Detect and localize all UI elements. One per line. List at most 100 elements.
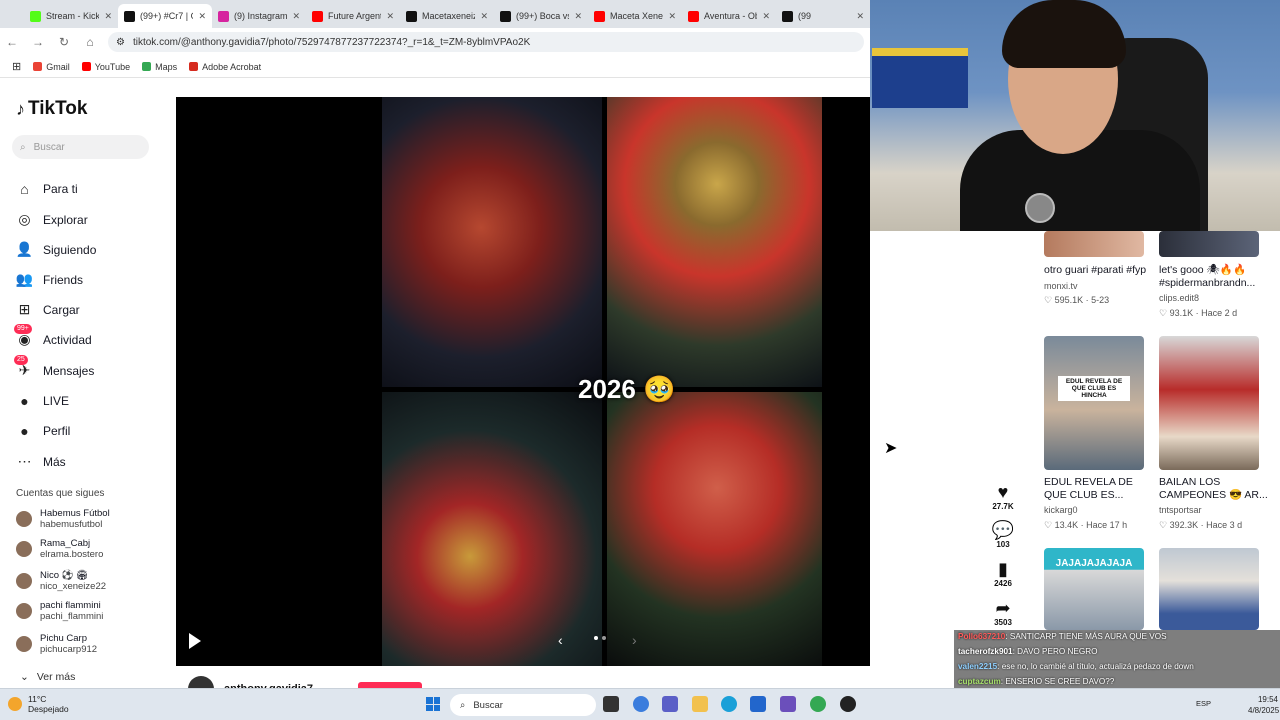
copilot-icon[interactable] bbox=[633, 696, 649, 712]
close-tab-icon[interactable]: ✕ bbox=[198, 11, 206, 22]
related-user[interactable]: kickarg0 bbox=[1044, 504, 1148, 517]
system-clock[interactable]: 19:54 4/8/2025 bbox=[1248, 694, 1279, 716]
see-more-button[interactable]: ⌄ Ver más bbox=[20, 671, 75, 683]
home-page-icon[interactable]: ⌂ bbox=[84, 35, 96, 49]
close-tab-icon[interactable]: ✕ bbox=[386, 11, 394, 22]
task-view-icon[interactable] bbox=[603, 696, 619, 712]
related-item-2[interactable]: let's gooo 🕷🔥🔥 #spidermanbrandn... clips… bbox=[1159, 264, 1269, 319]
browser-toolbar: ← → ↻ ⌂ ⚙ tiktok.com/@anthony.gavidia7/p… bbox=[0, 28, 870, 56]
related-title[interactable]: let's gooo 🕷🔥🔥 #spidermanbrandn... bbox=[1159, 264, 1269, 289]
nav-label: Más bbox=[43, 454, 66, 469]
close-tab-icon[interactable]: ✕ bbox=[856, 11, 864, 22]
nav-item[interactable]: 👥 Friends bbox=[16, 271, 83, 288]
nav-item[interactable]: 👤 Siguiendo bbox=[16, 241, 97, 258]
followed-account[interactable]: Rama_Cabj elrama.bostero bbox=[16, 538, 103, 560]
nav-item[interactable]: ⊞ Cargar bbox=[16, 301, 80, 318]
followed-account[interactable]: Habemus Fútbol habemusfutbol bbox=[16, 508, 110, 530]
apps-grid-icon[interactable]: ⊞ bbox=[12, 60, 21, 73]
windows-start-icon[interactable] bbox=[426, 697, 440, 711]
close-tab-icon[interactable]: ✕ bbox=[574, 11, 582, 22]
close-tab-icon[interactable]: ✕ bbox=[762, 11, 770, 22]
address-bar[interactable]: ⚙ tiktok.com/@anthony.gavidia7/photo/752… bbox=[108, 32, 864, 52]
chat-text: : ENSERIO SE CREE DAVO?? bbox=[1000, 677, 1115, 686]
related-thumb-6[interactable] bbox=[1159, 548, 1259, 630]
nav-badge: 25 bbox=[14, 355, 28, 365]
activity-icon: ◉ 99+ bbox=[14, 324, 33, 348]
followed-account[interactable]: pachi flammini pachi_flammini bbox=[16, 600, 103, 622]
nav-item[interactable]: ⋯ Más bbox=[16, 453, 66, 470]
related-item-3[interactable]: EDUL REVELA DE QUE CLUB ES... kickarg0 ♡… bbox=[1044, 476, 1148, 531]
chat-message: cuptazcum: ENSERIO SE CREE DAVO?? bbox=[958, 677, 1114, 686]
related-user[interactable]: monxi.tv bbox=[1044, 280, 1148, 293]
related-title[interactable]: otro guari #parati #fyp bbox=[1044, 264, 1148, 277]
browser-tab[interactable]: Stream - Kick ✕ bbox=[24, 4, 118, 28]
teams-icon[interactable] bbox=[662, 696, 678, 712]
tiktok-logo[interactable]: ♪ TikTok bbox=[16, 98, 87, 120]
chrome-icon[interactable] bbox=[810, 696, 826, 712]
nav-item[interactable]: ● Perfil bbox=[16, 422, 70, 439]
store-icon[interactable] bbox=[750, 696, 766, 712]
search-input[interactable]: ⌕ Buscar bbox=[12, 135, 149, 159]
like-button[interactable]: ♥ 27.7K bbox=[988, 482, 1018, 511]
browser-tab[interactable]: Macetaxeneize ✕ bbox=[400, 4, 494, 28]
discord-icon[interactable] bbox=[780, 696, 796, 712]
taskbar-search[interactable]: ⌕ Buscar bbox=[450, 694, 596, 716]
close-tab-icon[interactable]: ✕ bbox=[480, 11, 488, 22]
browser-tab[interactable]: (99+) Boca vs R ✕ bbox=[494, 4, 588, 28]
file-explorer-icon[interactable] bbox=[692, 696, 708, 712]
close-tab-icon[interactable]: ✕ bbox=[292, 11, 300, 22]
followed-account[interactable]: Nico ⚽ 🏟 nico_xeneize22 bbox=[16, 570, 106, 592]
bookmark-item[interactable]: Gmail bbox=[33, 62, 70, 72]
forward-icon[interactable]: → bbox=[32, 35, 44, 49]
home-icon: ⌂ bbox=[20, 180, 29, 197]
tab-title: Future Argenti bbox=[328, 11, 382, 21]
browser-tab[interactable]: (99 ✕ bbox=[776, 4, 870, 28]
related-item-4[interactable]: BAILAN LOS CAMPEONES 😎 AR... tntsportsar… bbox=[1159, 476, 1269, 531]
browser-tab[interactable]: Aventura - Obs ✕ bbox=[682, 4, 776, 28]
related-user[interactable]: tntsportsar bbox=[1159, 504, 1269, 517]
related-thumb-2[interactable] bbox=[1159, 231, 1259, 257]
weather-widget[interactable]: 11°C Despejado bbox=[8, 694, 69, 714]
next-photo-icon[interactable]: › bbox=[632, 632, 637, 648]
close-tab-icon[interactable]: ✕ bbox=[668, 11, 676, 22]
related-title[interactable]: EDUL REVELA DE QUE CLUB ES... bbox=[1044, 476, 1148, 501]
share-button[interactable]: ➦ 3503 bbox=[988, 598, 1018, 627]
nav-item[interactable]: ⌂ Para ti bbox=[16, 180, 77, 197]
language-indicator[interactable]: ESP bbox=[1196, 699, 1211, 708]
obs-icon[interactable] bbox=[840, 696, 856, 712]
related-thumb-3[interactable]: EDUL REVELA DE QUE CLUB ES HINCHA bbox=[1044, 336, 1144, 470]
browser-tab[interactable]: Maceta Xeneiz ✕ bbox=[588, 4, 682, 28]
tiktok-sidebar: ♪ TikTok ⌕ Buscar ⌂ Para ti ◎ Explorar 👤 Sigu… bbox=[0, 78, 176, 688]
nav-item[interactable]: ✈ 25 Mensajes bbox=[14, 355, 94, 379]
bookmark-item[interactable]: YouTube bbox=[81, 62, 130, 72]
tab-title: (99+) Boca vs R bbox=[516, 11, 569, 21]
chat-username: valen2215 bbox=[958, 662, 998, 671]
related-item-1[interactable]: otro guari #parati #fyp monxi.tv ♡ 595.1… bbox=[1044, 264, 1148, 307]
related-thumb-1[interactable] bbox=[1044, 231, 1144, 257]
followed-account[interactable]: Pichu Carp pichucarp912 bbox=[16, 633, 97, 655]
browser-tab[interactable]: Future Argenti ✕ bbox=[306, 4, 400, 28]
related-thumb-5[interactable]: JAJAJAJAJAJA bbox=[1044, 548, 1144, 630]
bookmark-item[interactable]: Adobe Acrobat bbox=[189, 62, 261, 72]
save-button[interactable]: ▮ 2426 bbox=[988, 559, 1018, 588]
related-user[interactable]: clips.edit8 bbox=[1159, 292, 1269, 305]
previous-photo-icon[interactable]: ‹ bbox=[558, 632, 563, 648]
site-info-icon[interactable]: ⚙ bbox=[116, 37, 125, 48]
browser-tab[interactable]: (99+) #Cr7 | Cr ✕ bbox=[118, 4, 212, 28]
nav-item[interactable]: ● LIVE bbox=[16, 392, 69, 409]
back-icon[interactable]: ← bbox=[6, 35, 18, 49]
account-avatar bbox=[16, 511, 32, 527]
bookmark-item[interactable]: Maps bbox=[142, 62, 177, 72]
related-title[interactable]: BAILAN LOS CAMPEONES 😎 AR... bbox=[1159, 476, 1269, 501]
nav-item[interactable]: ◎ Explorar bbox=[16, 211, 87, 228]
play-icon[interactable] bbox=[189, 633, 201, 649]
reload-icon[interactable]: ↻ bbox=[58, 35, 70, 49]
related-meta: ♡ 93.1K · Hace 2 d bbox=[1159, 307, 1238, 318]
bookmark-label: Adobe Acrobat bbox=[202, 61, 262, 72]
comment-button[interactable]: 💬 103 bbox=[988, 520, 1018, 549]
close-tab-icon[interactable]: ✕ bbox=[104, 11, 112, 22]
related-thumb-4[interactable] bbox=[1159, 336, 1259, 470]
edge-icon[interactable] bbox=[721, 696, 737, 712]
browser-tab[interactable]: (9) Instagram ✕ bbox=[212, 4, 306, 28]
nav-item[interactable]: ◉ 99+ Actividad bbox=[14, 324, 92, 348]
